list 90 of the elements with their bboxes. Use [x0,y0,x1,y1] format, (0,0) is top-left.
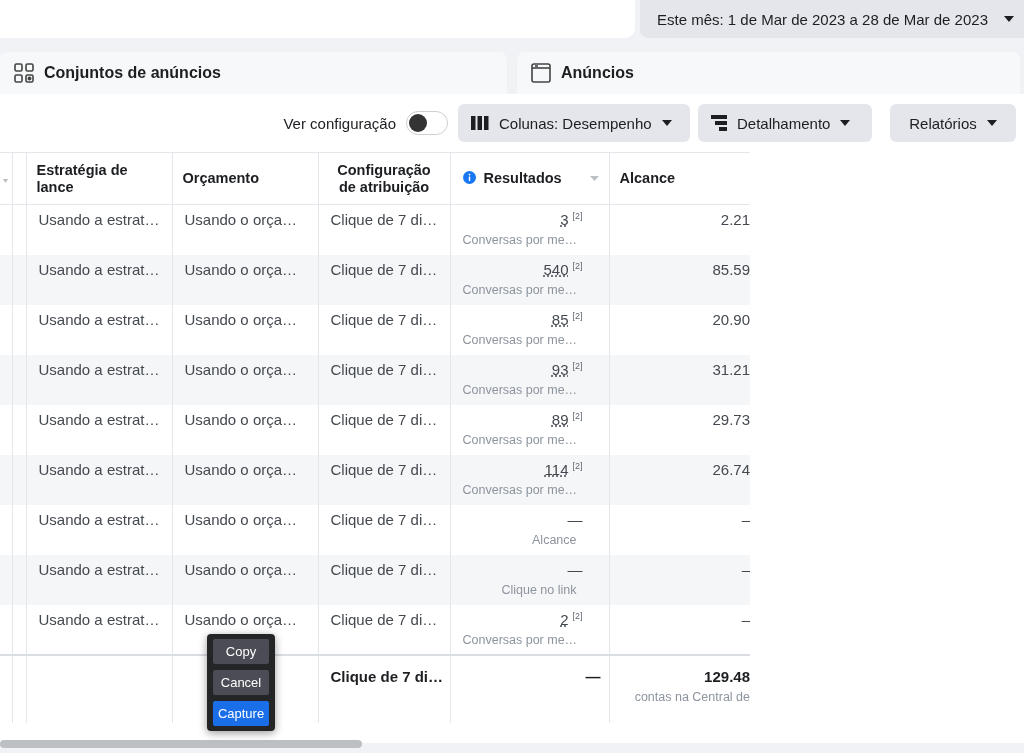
table-cell: Usando a estrat… [38,310,160,328]
result-type: Clique no link [500,582,577,597]
grid-icon [14,63,34,83]
result-value[interactable]: 93 [551,360,569,378]
result-value[interactable]: 540 [543,260,569,278]
toolbar-button[interactable]: Colunas: Desempenho [458,104,690,142]
table-cell: 85.59 [712,260,750,278]
table-cell: Usando a estrat… [38,360,160,378]
result-type: Alcance [531,532,577,547]
table-cell: 20.90 [712,310,750,328]
result-type: Conversas por me… [462,632,577,647]
table-cell: Usando a estrat… [38,211,160,228]
table-cell: Usando o orça… [184,260,298,278]
table-cell: Usando a estrat… [38,610,160,628]
caret-icon [986,120,997,126]
footnote-link[interactable]: [2] [572,610,583,621]
table-cell: Usando o orça… [184,460,298,478]
footnote-link[interactable]: [2] [572,410,583,421]
result-type: Conversas por me… [462,482,577,497]
toggle-label: Ver configuração [283,114,396,132]
table-cell: Usando a estrat… [38,260,160,278]
result-value: — [567,510,583,528]
table-cell: Usando a estrat… [38,560,160,578]
result-type: Conversas por me… [462,382,577,397]
column-header[interactable]: Resultados [483,170,562,188]
result-value[interactable]: 2 [560,610,569,628]
caret-icon [1004,16,1014,22]
menu-item[interactable]: Copy [213,639,269,664]
table-cell: – [741,610,750,628]
result-value: — [567,560,583,578]
result-type: Conversas por me… [462,332,577,347]
table-cell: Usando a estrat… [38,510,160,528]
toggle-switch[interactable] [406,111,448,135]
caret-icon [3,179,9,183]
result-value[interactable]: 85 [551,310,569,328]
footnote-link[interactable]: [2] [572,360,583,371]
table-cell: Usando o orça… [184,211,298,228]
footnote-link[interactable]: [2] [572,211,583,221]
result-value[interactable]: 89 [551,410,569,428]
table-cell: Clique de 7 di… [330,460,438,478]
column-header[interactable]: Alcance [619,170,676,188]
result-type: Conversas por me… [462,233,577,247]
total-cell: — [585,667,601,685]
table-cell: Clique de 7 di… [330,610,438,628]
horizontal-scrollbar[interactable] [0,740,362,748]
table-cell: Usando a estrat… [38,460,160,478]
table-cell: Clique de 7 di… [330,260,438,278]
total-cell: Clique de 7 di… [330,667,443,685]
table-cell: Usando o orça… [184,560,298,578]
footnote-link[interactable]: [2] [572,460,583,471]
result-type: Conversas por me… [462,282,577,297]
table-cell: Clique de 7 di… [330,560,438,578]
table-cell: Usando o orça… [184,510,298,528]
tab[interactable]: Conjuntos de anúncios [0,52,507,94]
table-cell: 26.74 [712,460,750,478]
toolbar-button[interactable]: Detalhamento [698,104,872,142]
table-cell: 31.21 [712,360,750,378]
table-cell: Usando o orça… [184,310,298,328]
result-value[interactable]: 3 [560,211,569,228]
footnote-link[interactable]: [2] [572,310,583,321]
tab[interactable]: Anúncios [517,52,1020,94]
table-cell: Usando o orça… [184,360,298,378]
table-cell: Clique de 7 di… [330,410,438,428]
footnote-link[interactable]: [2] [572,260,583,271]
menu-item[interactable]: Capture [213,701,269,726]
result-value[interactable]: 114 [544,460,569,478]
date-range-button[interactable]: Este mês: 1 de Mar de 2023 a 28 de Mar de 2023 [640,0,1024,38]
table-cell: Clique de 7 di… [330,211,438,228]
total-note: contas na Central de [633,689,750,704]
table-cell: – [741,560,750,578]
caret-icon [661,120,672,126]
table-cell: Clique de 7 di… [330,360,438,378]
table-cell: Clique de 7 di… [330,310,438,328]
columns-icon [471,116,489,130]
result-type: Conversas por me… [462,432,577,447]
table-cell: – [741,510,750,528]
table-cell: Clique de 7 di… [330,510,438,528]
table-cell: Usando a estrat… [38,410,160,428]
total-cell-text: 129.48 [703,667,750,685]
table-cell: 2.21 [720,211,750,228]
caret-icon [840,120,851,126]
table-cell: 29.73 [712,410,750,428]
table-cell: Usando o orça… [184,410,298,428]
table-cell: Usando o orça… [184,610,298,628]
menu-item[interactable]: Cancel [213,670,269,695]
toolbar-button[interactable]: Relatórios [890,104,1016,142]
stacked-bars-icon [711,115,727,131]
column-header[interactable]: Orçamento [182,170,260,188]
window-icon [531,63,551,83]
info-icon[interactable] [462,170,476,184]
